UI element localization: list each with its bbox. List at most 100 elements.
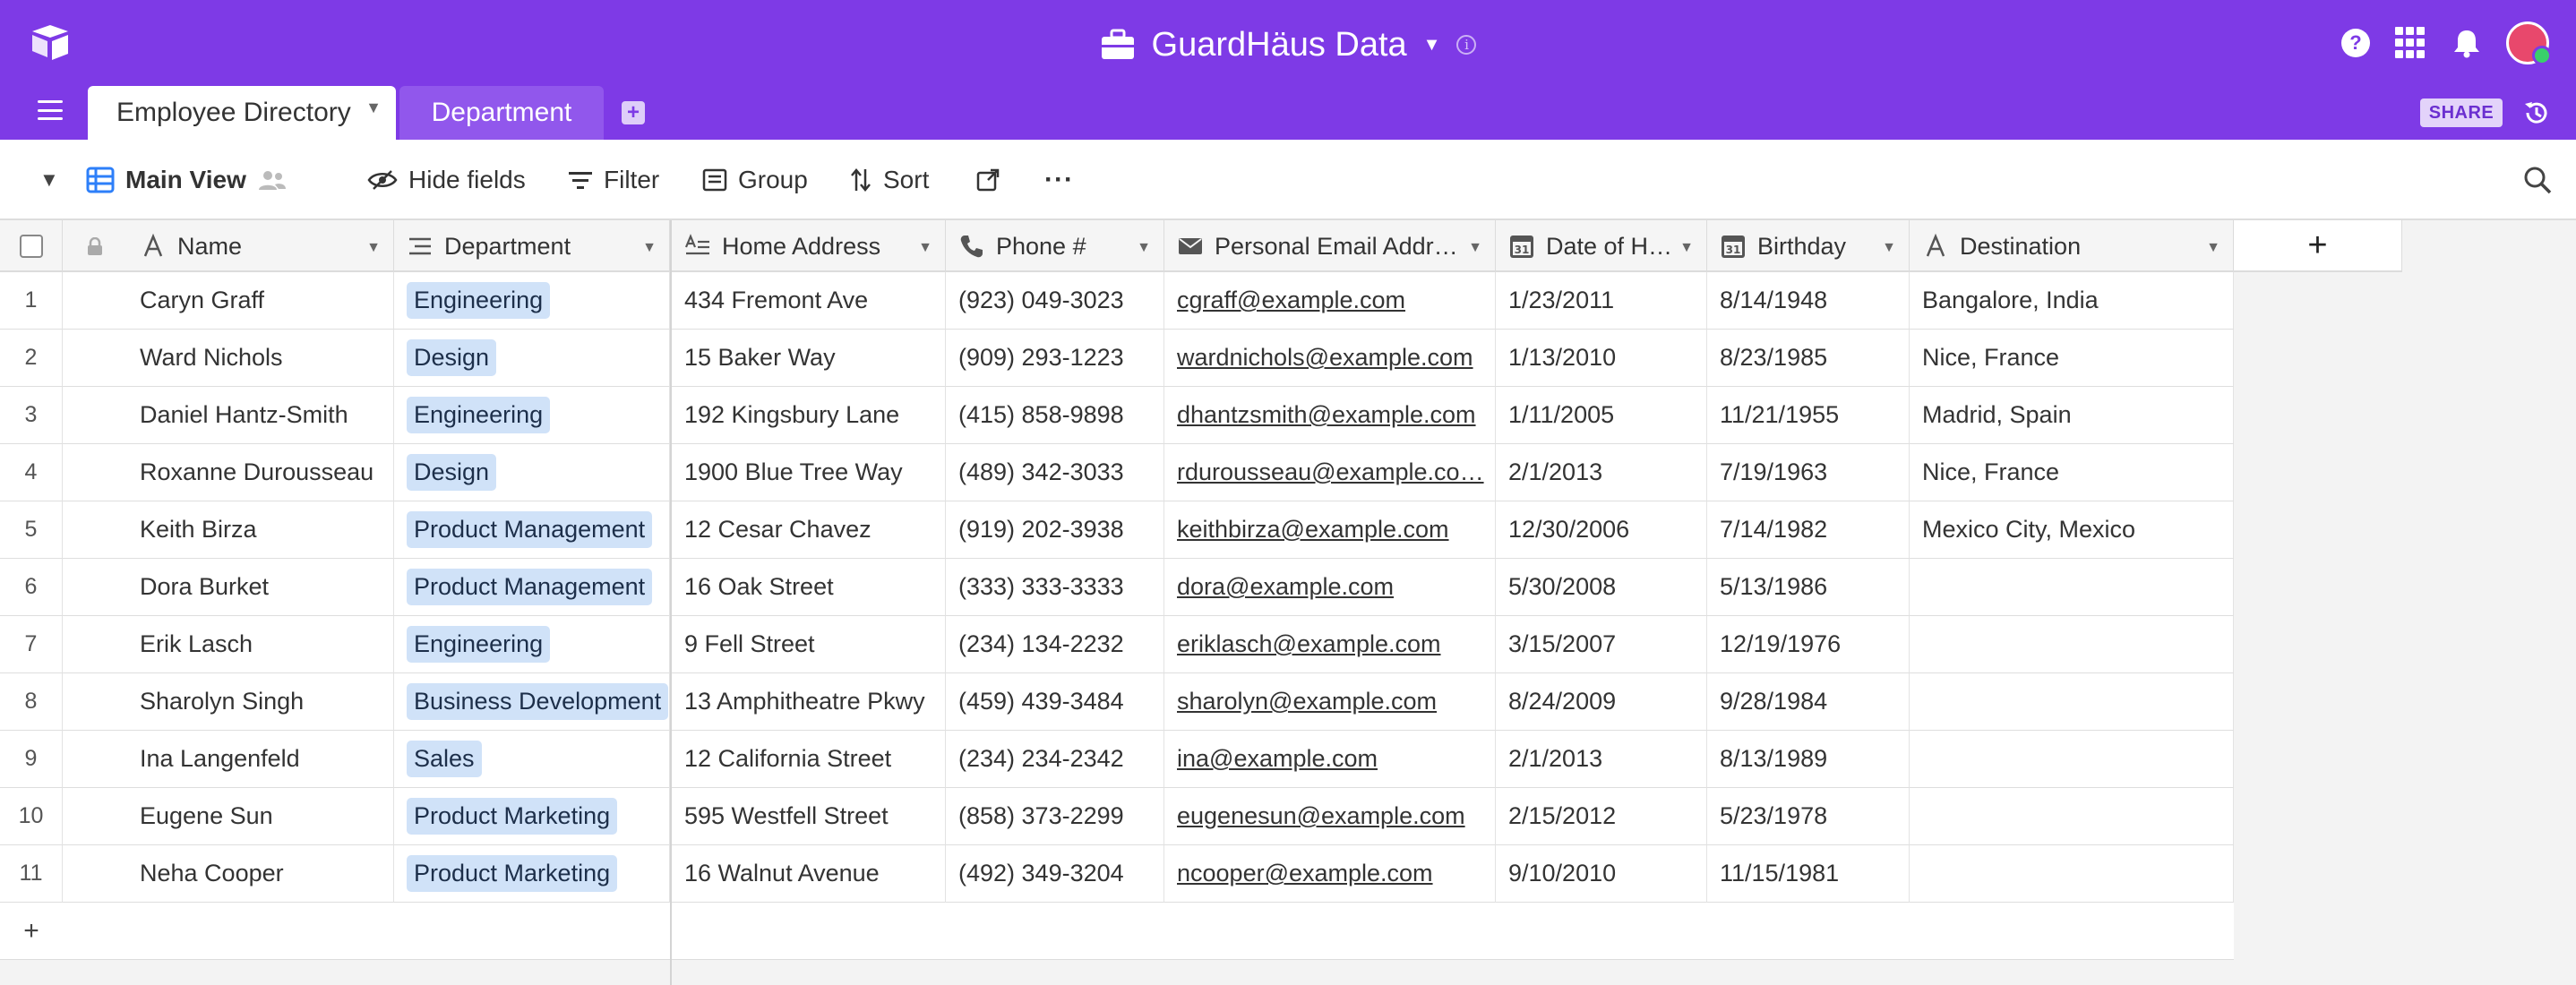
cell-department[interactable]: Engineering (394, 616, 670, 673)
cell-date-of-hire[interactable]: 1/23/2011 (1496, 272, 1707, 330)
add-table-icon[interactable]: + (622, 101, 645, 124)
row-number[interactable]: 9 (0, 731, 63, 788)
cell-destination[interactable]: Nice, France (1910, 444, 2234, 501)
cell-department[interactable]: Sales (394, 731, 670, 788)
cell-date-of-hire[interactable]: 3/15/2007 (1496, 616, 1707, 673)
table-row[interactable]: 8 Sharolyn Singh Business Development 13 Am… (0, 673, 2234, 731)
email-link[interactable]: ncooper@example.com (1177, 860, 1433, 887)
cell-email[interactable]: rdurousseau@example.co… (1164, 444, 1496, 501)
cell-birthday[interactable]: 8/14/1948 (1707, 272, 1910, 330)
cell-home-address[interactable]: 9 Fell Street (672, 616, 946, 673)
cell-birthday[interactable]: 5/13/1986 (1707, 559, 1910, 616)
cell-name[interactable]: Sharolyn Singh (127, 673, 394, 731)
cell-email[interactable]: wardnichols@example.com (1164, 330, 1496, 387)
view-switcher-caret-icon[interactable]: ▼ (39, 140, 59, 220)
cell-home-address[interactable]: 192 Kingsbury Lane (672, 387, 946, 444)
apps-icon[interactable] (2395, 27, 2427, 59)
table-row[interactable]: 7 Erik Lasch Engineering 9 Fell Street (234)… (0, 616, 2234, 673)
row-expand-cell[interactable] (63, 845, 127, 903)
cell-destination[interactable] (1910, 845, 2234, 903)
cell-phone[interactable]: (858) 373-2299 (946, 788, 1164, 845)
row-number[interactable]: 6 (0, 559, 63, 616)
cell-destination[interactable] (1910, 788, 2234, 845)
cell-name[interactable]: Daniel Hantz-Smith (127, 387, 394, 444)
cell-email[interactable]: ina@example.com (1164, 731, 1496, 788)
sort-button[interactable]: Sort (849, 140, 929, 220)
cell-name[interactable]: Keith Birza (127, 501, 394, 559)
add-record-row[interactable]: + (0, 903, 2234, 960)
row-expand-cell[interactable] (63, 272, 127, 330)
cell-destination[interactable]: Bangalore, India (1910, 272, 2234, 330)
chevron-down-icon[interactable]: ▼ (1137, 240, 1151, 256)
cell-birthday[interactable]: 5/23/1978 (1707, 788, 1910, 845)
email-link[interactable]: eugenesun@example.com (1177, 802, 1465, 830)
cell-home-address[interactable]: 1900 Blue Tree Way (672, 444, 946, 501)
column-header-destination[interactable]: Destination ▼ (1910, 220, 2234, 272)
cell-destination[interactable]: Nice, France (1910, 330, 2234, 387)
group-button[interactable]: Group (702, 140, 808, 220)
cell-birthday[interactable]: 7/14/1982 (1707, 501, 1910, 559)
cell-destination[interactable] (1910, 731, 2234, 788)
cell-birthday[interactable]: 11/15/1981 (1707, 845, 1910, 903)
email-link[interactable]: dora@example.com (1177, 573, 1394, 601)
bell-icon[interactable] (2452, 28, 2481, 58)
cell-name[interactable]: Dora Burket (127, 559, 394, 616)
share-view-button[interactable] (976, 140, 1000, 220)
chevron-down-icon[interactable]: ▼ (1423, 35, 1441, 56)
cell-email[interactable]: eriklasch@example.com (1164, 616, 1496, 673)
cell-name[interactable]: Caryn Graff (127, 272, 394, 330)
cell-department[interactable]: Design (394, 444, 670, 501)
column-header-email[interactable]: Personal Email Addr… ▼ (1164, 220, 1496, 272)
cell-name[interactable]: Erik Lasch (127, 616, 394, 673)
row-expand-cell[interactable] (63, 387, 127, 444)
cell-email[interactable]: cgraff@example.com (1164, 272, 1496, 330)
chevron-down-icon[interactable]: ▼ (1468, 240, 1482, 256)
cell-date-of-hire[interactable]: 2/1/2013 (1496, 731, 1707, 788)
row-expand-cell[interactable] (63, 444, 127, 501)
cell-phone[interactable]: (415) 858-9898 (946, 387, 1164, 444)
cell-birthday[interactable]: 11/21/1955 (1707, 387, 1910, 444)
cell-name[interactable]: Neha Cooper (127, 845, 394, 903)
base-title[interactable]: GuardHäus Data ▼ i (0, 20, 2576, 70)
cell-phone[interactable]: (923) 049-3023 (946, 272, 1164, 330)
add-record-icon[interactable]: + (0, 903, 63, 960)
cell-department[interactable]: Engineering (394, 387, 670, 444)
email-link[interactable]: sharolyn@example.com (1177, 688, 1437, 715)
row-number[interactable]: 3 (0, 387, 63, 444)
cell-phone[interactable]: (333) 333-3333 (946, 559, 1164, 616)
row-number[interactable]: 5 (0, 501, 63, 559)
row-expand-cell[interactable] (63, 330, 127, 387)
tab-employee-directory[interactable]: Employee Directory ▼ (88, 86, 396, 140)
table-row[interactable]: 1 Caryn Graff Engineering 434 Fremont Ave (9… (0, 272, 2234, 330)
row-expand-cell[interactable] (63, 559, 127, 616)
cell-name[interactable]: Roxanne Durousseau (127, 444, 394, 501)
column-header-department[interactable]: Department ▼ (394, 220, 670, 272)
row-number[interactable]: 2 (0, 330, 63, 387)
view-name[interactable]: Main View (86, 140, 288, 220)
chevron-down-icon[interactable]: ▼ (365, 98, 382, 117)
cell-department[interactable]: Product Marketing (394, 788, 670, 845)
cell-department[interactable]: Product Marketing (394, 845, 670, 903)
chevron-down-icon[interactable]: ▼ (918, 240, 932, 256)
tab-department[interactable]: Department (399, 86, 604, 140)
email-link[interactable]: rdurousseau@example.co… (1177, 458, 1484, 486)
row-number[interactable]: 7 (0, 616, 63, 673)
cell-destination[interactable] (1910, 616, 2234, 673)
cell-department[interactable]: Engineering (394, 272, 670, 330)
table-row[interactable]: 4 Roxanne Durousseau Design 1900 Blue Tree … (0, 444, 2234, 501)
column-header-home-address[interactable]: Home Address ▼ (672, 220, 946, 272)
cell-phone[interactable]: (234) 234-2342 (946, 731, 1164, 788)
row-expand-cell[interactable] (63, 673, 127, 731)
select-all-checkbox[interactable] (19, 235, 43, 258)
cell-destination[interactable]: Madrid, Spain (1910, 387, 2234, 444)
cell-phone[interactable]: (234) 134-2232 (946, 616, 1164, 673)
cell-date-of-hire[interactable]: 2/15/2012 (1496, 788, 1707, 845)
table-row[interactable]: 3 Daniel Hantz-Smith Engineering 192 Kingsb… (0, 387, 2234, 444)
table-row[interactable]: 10 Eugene Sun Product Marketing 595 Westfel… (0, 788, 2234, 845)
cell-department[interactable]: Product Management (394, 501, 670, 559)
email-link[interactable]: keithbirza@example.com (1177, 516, 1449, 544)
cell-email[interactable]: eugenesun@example.com (1164, 788, 1496, 845)
email-link[interactable]: dhantzsmith@example.com (1177, 401, 1476, 429)
chevron-down-icon[interactable]: ▼ (1679, 240, 1694, 256)
cell-home-address[interactable]: 595 Westfell Street (672, 788, 946, 845)
